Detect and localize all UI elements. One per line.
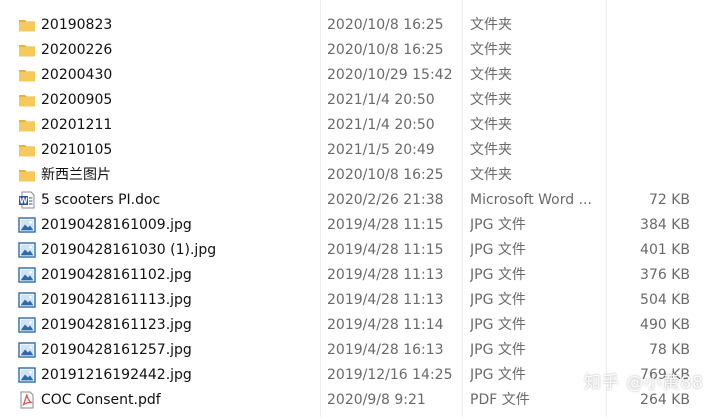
file-type: 文件夹 [470,167,512,183]
file-modified-date: 2021/1/4 20:50 [327,92,435,108]
file-type: JPG 文件 [470,242,526,258]
image-file-icon [18,241,36,259]
file-row[interactable]: 20190428161102.jpg 2019/4/28 11:13 JPG 文件 3… [0,263,720,288]
file-size: 504 KB [640,292,690,308]
file-modified-date: 2020/9/8 9:21 [327,392,426,408]
image-file-icon [18,366,36,384]
file-row[interactable]: W 5 scooters PI.doc 2020/2/26 21:38 Microso… [0,188,720,213]
image-file-icon [18,291,36,309]
file-modified-date: 2019/4/28 16:13 [327,342,444,358]
file-row[interactable]: 20190428161123.jpg 2019/4/28 11:14 JPG 文件 4… [0,313,720,338]
file-row[interactable]: 新西兰图片 2020/10/8 16:25 文件夹 [0,163,720,188]
image-file-icon [18,341,36,359]
file-row[interactable]: 20190428161009.jpg 2019/4/28 11:15 JPG 文件 3… [0,213,720,238]
file-modified-date: 2019/12/16 14:25 [327,367,453,383]
file-type: PDF 文件 [470,392,530,408]
folder-icon [18,166,36,184]
file-size: 72 KB [648,192,690,208]
file-type: 文件夹 [470,142,512,158]
file-name: 20190428161030 (1).jpg [41,242,217,258]
file-name: 20190428161113.jpg [41,292,192,308]
file-type: 文件夹 [470,67,512,83]
file-type: JPG 文件 [470,217,526,233]
file-type: 文件夹 [470,117,512,133]
file-name: 20190428161009.jpg [41,217,192,233]
file-name: 20200905 [41,92,113,108]
file-size: 78 KB [648,342,690,358]
file-name: 新西兰图片 [41,167,111,183]
pdf-file-icon [18,391,36,409]
file-name: 20190428161123.jpg [41,317,192,333]
folder-icon [18,16,36,34]
file-type: JPG 文件 [470,342,526,358]
file-name: COC Consent.pdf [41,392,161,408]
file-name: 20190823 [41,17,113,33]
file-type: JPG 文件 [470,292,526,308]
file-modified-date: 2020/2/26 21:38 [327,192,444,208]
file-type: 文件夹 [470,17,512,33]
file-name: 20190428161257.jpg [41,342,192,358]
file-type: Microsoft Word ... [470,192,592,208]
file-name: 20210105 [41,142,113,158]
file-size: 384 KB [640,217,690,233]
file-type: 文件夹 [470,42,512,58]
svg-text:W: W [19,196,28,205]
file-name: 20200430 [41,67,113,83]
file-size: 401 KB [640,242,690,258]
folder-icon [18,141,36,159]
folder-icon [18,41,36,59]
file-name: 20190428161102.jpg [41,267,192,283]
file-row[interactable]: 20190428161113.jpg 2019/4/28 11:13 JPG 文件 5… [0,288,720,313]
file-name: 20191216192442.jpg [41,367,192,383]
file-row[interactable]: 20190823 2020/10/8 16:25 文件夹 [0,13,720,38]
file-modified-date: 2019/4/28 11:13 [327,267,444,283]
file-modified-date: 2020/10/29 15:42 [327,67,453,83]
folder-icon [18,66,36,84]
file-modified-date: 2019/4/28 11:15 [327,242,444,258]
file-row[interactable]: 20200226 2020/10/8 16:25 文件夹 [0,38,720,63]
file-row[interactable]: 20210105 2021/1/5 20:49 文件夹 [0,138,720,163]
file-size: 490 KB [640,317,690,333]
file-modified-date: 2019/4/28 11:15 [327,217,444,233]
file-row[interactable]: 20200430 2020/10/29 15:42 文件夹 [0,63,720,88]
file-type: JPG 文件 [470,367,526,383]
file-modified-date: 2019/4/28 11:14 [327,317,444,333]
file-row[interactable]: 20190428161030 (1).jpg 2019/4/28 11:15 JPG… [0,238,720,263]
file-type: JPG 文件 [470,317,526,333]
file-type: 文件夹 [470,92,512,108]
watermark: 知乎 @小黄88 [583,373,704,393]
word-doc-icon: W [18,191,36,209]
file-type: JPG 文件 [470,267,526,283]
image-file-icon [18,266,36,284]
file-modified-date: 2019/4/28 11:13 [327,292,444,308]
file-modified-date: 2020/10/8 16:25 [327,42,444,58]
image-file-icon [18,316,36,334]
file-list: 20190823 2020/10/8 16:25 文件夹 20200226 2020/1… [0,13,720,413]
folder-icon [18,116,36,134]
file-modified-date: 2020/10/8 16:25 [327,17,444,33]
image-file-icon [18,216,36,234]
file-row[interactable]: 20201211 2021/1/4 20:50 文件夹 [0,113,720,138]
file-modified-date: 2021/1/5 20:49 [327,142,435,158]
file-name: 20201211 [41,117,113,133]
file-name: 20200226 [41,42,113,58]
file-size: 376 KB [640,267,690,283]
file-row[interactable]: 20200905 2021/1/4 20:50 文件夹 [0,88,720,113]
file-modified-date: 2020/10/8 16:25 [327,167,444,183]
folder-icon [18,91,36,109]
file-row[interactable]: 20190428161257.jpg 2019/4/28 16:13 JPG 文件 7… [0,338,720,363]
file-name: 5 scooters PI.doc [41,192,161,208]
file-modified-date: 2021/1/4 20:50 [327,117,435,133]
